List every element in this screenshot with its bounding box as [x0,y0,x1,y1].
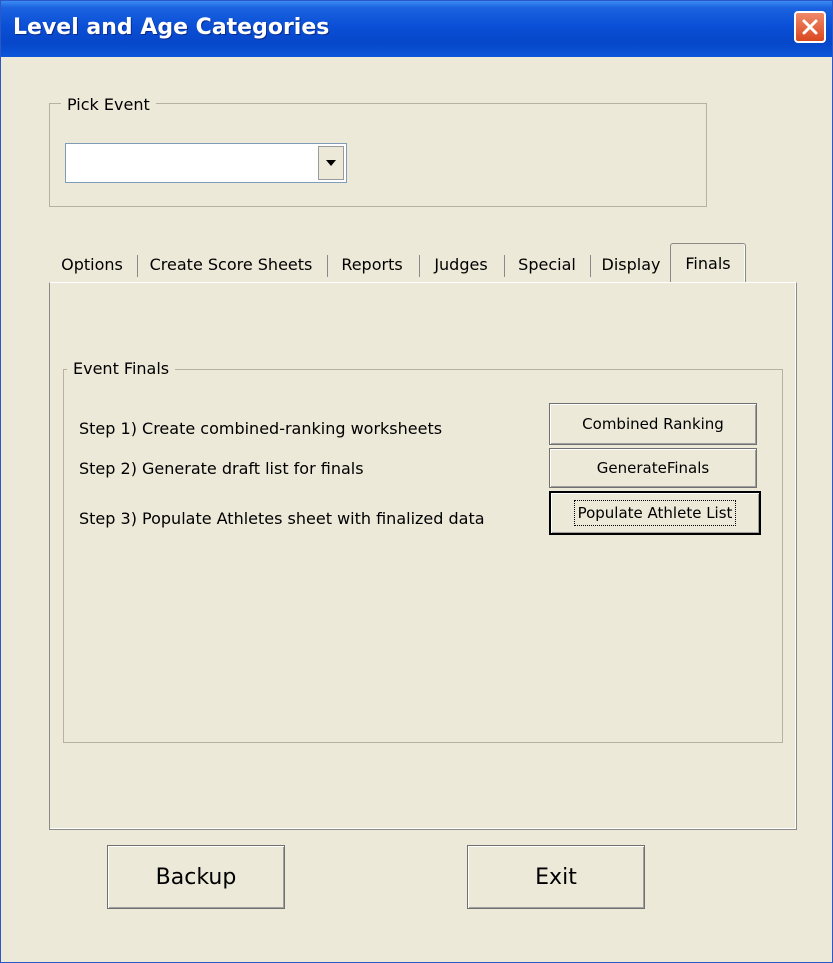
backup-button[interactable]: Backup [107,845,285,909]
chevron-down-icon [326,160,336,166]
close-button[interactable] [794,11,826,43]
tab-options[interactable]: Options [49,247,135,283]
close-icon [802,19,818,35]
step-1-label: Step 1) Create combined-ranking workshee… [79,419,443,438]
tab-separator [419,255,420,277]
exit-button[interactable]: Exit [467,845,645,909]
backup-button-label: Backup [155,864,237,890]
tab-judges-label: Judges [434,255,488,274]
exit-button-label: Exit [535,864,577,890]
tab-display-label: Display [601,255,661,274]
tab-create-score-sheets[interactable]: Create Score Sheets [139,247,323,283]
step-2-label: Step 2) Generate draft list for finals [79,459,364,478]
tab-display[interactable]: Display [592,247,670,283]
window-title: Level and Age Categories [13,15,330,40]
dialog-window: Level and Age Categories Pick Event Opti… [0,0,833,963]
tab-separator [137,255,138,277]
pick-event-combobox[interactable] [65,143,347,183]
populate-athlete-list-button-label: Populate Athlete List [573,500,737,526]
pick-event-legend: Pick Event [61,95,156,114]
tab-options-label: Options [61,255,123,274]
tab-separator [590,255,591,277]
tab-finals[interactable]: Finals [670,243,746,285]
step-3-label: Step 3) Populate Athletes sheet with fin… [79,509,485,528]
title-bar[interactable]: Level and Age Categories [1,1,832,57]
tab-separator [327,255,328,277]
tab-separator [504,255,505,277]
combined-ranking-button-label: Combined Ranking [582,415,724,433]
tab-finals-label: Finals [685,254,731,273]
event-finals-legend: Event Finals [67,359,176,378]
populate-athlete-list-button[interactable]: Populate Athlete List [549,491,761,535]
combined-ranking-button[interactable]: Combined Ranking [549,403,757,445]
generate-finals-button-label: GenerateFinals [596,459,710,477]
tab-create-score-sheets-label: Create Score Sheets [149,255,313,274]
tab-reports-label: Reports [341,255,403,274]
tab-reports[interactable]: Reports [329,247,415,283]
tab-special[interactable]: Special [506,247,588,283]
dropdown-button[interactable] [318,146,344,180]
tab-judges[interactable]: Judges [421,247,501,283]
tab-special-label: Special [518,255,576,274]
generate-finals-button[interactable]: GenerateFinals [549,448,757,488]
